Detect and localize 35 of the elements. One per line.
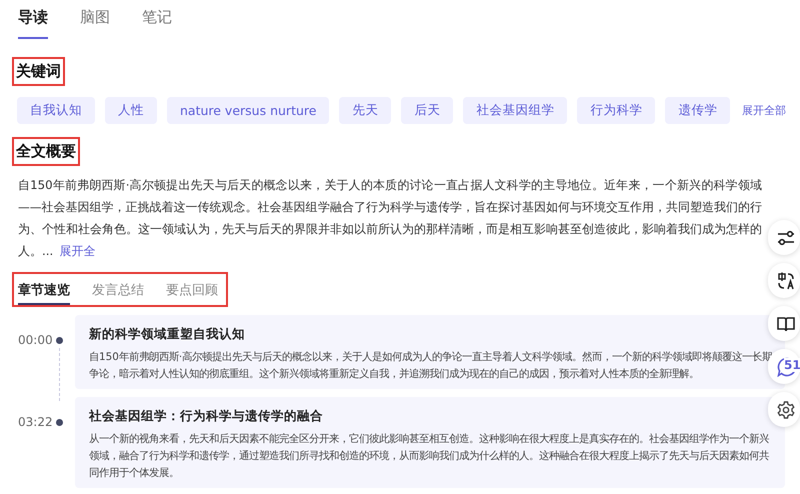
keyword-tag[interactable]: 先天	[339, 97, 392, 124]
settings-button[interactable]	[768, 392, 800, 427]
summary-paragraph: 自150年前弗朗西斯·高尔顿提出先天与后天的概念以来，关于人的本质的讨论一直占据人文科学的主导地位。近年来，一个新兴的科学领域——社会基因组学，正挑战着这一传统观念。社会基因组学融合了行为科学与遗传学，旨在探讨基因如何与环境交互作用，共同塑造我们的行为、个性和社会角色。这一领域认为，先天与后天的界限并非如以前所认为的那样清晰，而是相互影响甚至创造彼此，影响着我们成为怎样的人。... 展开全	[18, 177, 762, 260]
section-heading: 全文概要	[12, 137, 80, 166]
timeline-dot	[56, 419, 63, 426]
tab[interactable]: 发言总结	[92, 281, 144, 305]
settings-icon	[777, 400, 795, 418]
timeline-dot	[56, 337, 63, 344]
keyword-tag[interactable]: 遗传学	[665, 97, 730, 124]
tool-button[interactable]	[768, 263, 800, 298]
keyword-tag[interactable]: 自我认知	[17, 97, 95, 124]
tab[interactable]: 要点回顾	[166, 281, 218, 305]
expand-all-link[interactable]: 展开全部	[742, 103, 786, 118]
chapter-title: 新的科学领域重塑自我认知	[89, 326, 246, 343]
book-icon	[777, 316, 795, 332]
tab[interactable]: 导读	[18, 8, 48, 39]
keyword-tag[interactable]: 行为科学	[577, 97, 656, 124]
keyword-tag[interactable]: 社会基因组学	[463, 97, 568, 124]
keyword-tag[interactable]: 后天	[401, 97, 454, 124]
timestamp[interactable]: 00:00	[18, 333, 53, 347]
chapter-title: 社会基因组学：行为科学与遗传学的融合	[89, 408, 324, 425]
count-badge: 51	[784, 358, 800, 372]
tab[interactable]: 章节速览	[18, 281, 70, 305]
tool-button[interactable]	[768, 220, 800, 255]
keyword-tag[interactable]: nature versus nurture	[167, 97, 330, 124]
chapter-summary: 从一个新的视角来看，先天和后天因素不能完全区分开来，它们彼此影响甚至相互创造。这种影响在很大程度上是真实存在的。社会基因组学作为一个新兴领域，融合了行为科学和遗传学，通过塑造我们所寻找和创造的环境，从而影响我们成为什么样的人。这种融合在很大程度上揭示了先天与后天因素如何共同作用于个体发展。	[89, 432, 770, 481]
tool-button[interactable]	[768, 306, 800, 341]
sliders-icon	[777, 230, 795, 246]
timestamp[interactable]: 03:22	[18, 415, 53, 429]
translate-icon	[777, 272, 795, 290]
expand-all-link[interactable]: 展开全	[59, 244, 96, 258]
tab[interactable]: 笔记	[142, 8, 172, 39]
section-heading: 关键词	[12, 57, 65, 86]
keyword-tag[interactable]: 人性	[105, 97, 157, 124]
tab[interactable]: 脑图	[80, 8, 110, 39]
